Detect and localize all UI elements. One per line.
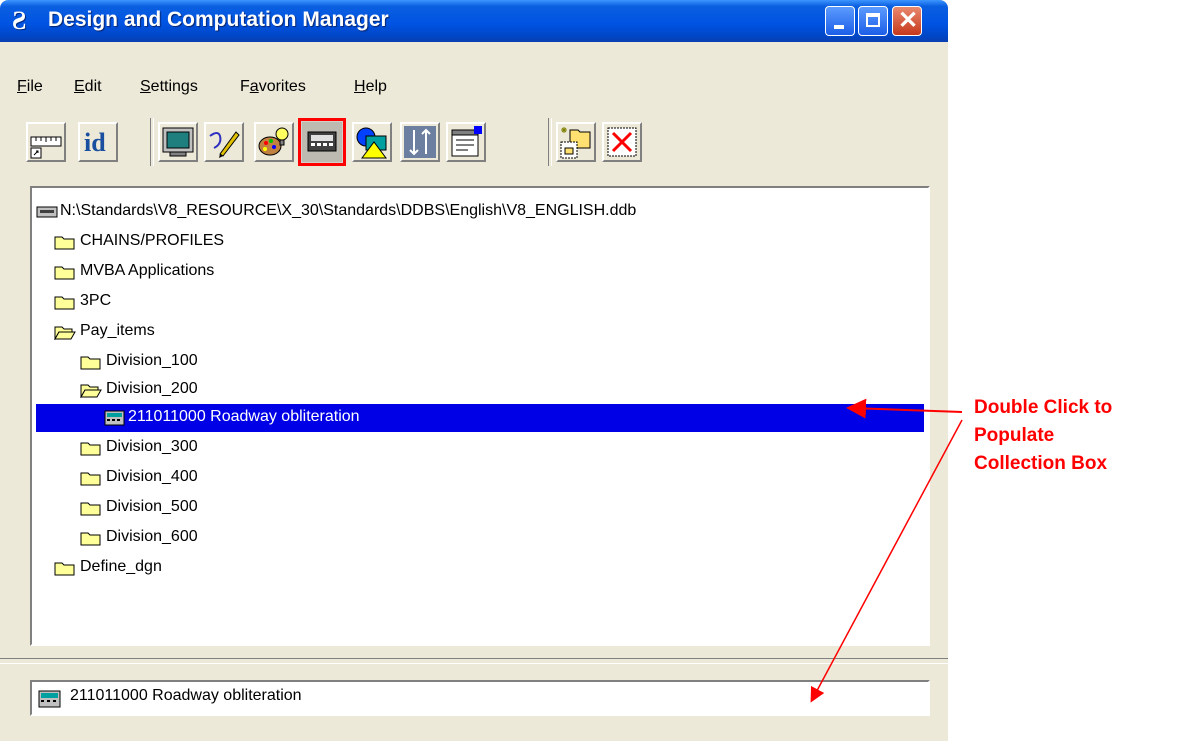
id-button[interactable]: id [78, 122, 118, 162]
toolbar-separator [150, 118, 154, 166]
tree-item-roadway-obliteration[interactable]: 211011000 Roadway obliteration [36, 404, 924, 432]
ruler-button[interactable] [26, 122, 66, 162]
folder-closed-icon [54, 562, 75, 576]
monitor-button[interactable] [158, 122, 198, 162]
collection-box-text: 211011000 Roadway obliteration [70, 687, 302, 704]
folder-closed-icon [80, 532, 101, 546]
id-icon: id [84, 128, 106, 157]
calculator-item-icon [104, 410, 125, 426]
calculator-item-icon [38, 690, 61, 708]
folder-closed-icon [80, 472, 101, 486]
annotation-callout: Double Click to Populate Collection Box [974, 397, 1113, 474]
maximize-button[interactable] [858, 6, 888, 36]
properties-button[interactable] [446, 122, 486, 162]
folder-open-icon [80, 384, 102, 398]
menu-bar [0, 42, 948, 74]
title-bar[interactable]: Ƨ Design and Computation Manager ✕ [0, 0, 948, 42]
menu-favorites[interactable]: Favorites [240, 78, 306, 96]
ruler-icon [30, 136, 62, 159]
maximize-icon [866, 13, 880, 27]
toolbar-separator [548, 118, 552, 166]
close-icon: ✕ [897, 7, 919, 34]
menu-help[interactable]: Help [354, 78, 387, 96]
shapes-button[interactable] [352, 122, 392, 162]
folder-closed-icon [54, 236, 75, 250]
svg-text:id: id [84, 128, 106, 157]
folder-closed-icon [80, 356, 101, 370]
close-button[interactable]: ✕ [892, 6, 922, 36]
menu-file[interactable]: File [17, 78, 43, 96]
calculator-button[interactable] [298, 118, 346, 166]
palette-button[interactable] [254, 122, 294, 162]
folder-closed-icon [54, 266, 75, 280]
tree-view[interactable]: N:\Standards\V8_RESOURCE\X_30\Standards\… [30, 186, 930, 646]
calculator-icon [302, 122, 342, 162]
sort-button[interactable] [400, 122, 440, 162]
draw-pencil-button[interactable] [204, 122, 244, 162]
palette-icon [258, 127, 289, 156]
app-window: Ƨ Design and Computation Manager ✕ File … [0, 0, 948, 741]
draw-pencil-icon [209, 131, 240, 158]
new-folder-button[interactable] [556, 122, 596, 162]
folder-closed-icon [80, 442, 101, 456]
monitor-icon [162, 127, 194, 157]
folder-open-icon [54, 326, 76, 340]
shapes-icon [356, 127, 387, 159]
menu-edit[interactable]: Edit [74, 78, 102, 96]
delete-icon [607, 127, 637, 157]
collection-box[interactable]: 211011000 Roadway obliteration [30, 680, 930, 716]
menu-settings[interactable]: Settings [140, 78, 198, 96]
sort-icon [404, 126, 436, 158]
minimize-button[interactable] [825, 6, 855, 36]
folder-closed-icon [54, 296, 75, 310]
folder-closed-icon [80, 502, 101, 516]
new-folder-icon [560, 127, 591, 159]
minimize-icon [834, 25, 844, 29]
app-logo-icon: Ƨ [12, 6, 27, 35]
window-title: Design and Computation Manager [48, 8, 389, 31]
properties-icon [451, 126, 482, 157]
panel-splitter[interactable] [0, 658, 948, 664]
database-icon [36, 206, 58, 218]
delete-button[interactable] [602, 122, 642, 162]
